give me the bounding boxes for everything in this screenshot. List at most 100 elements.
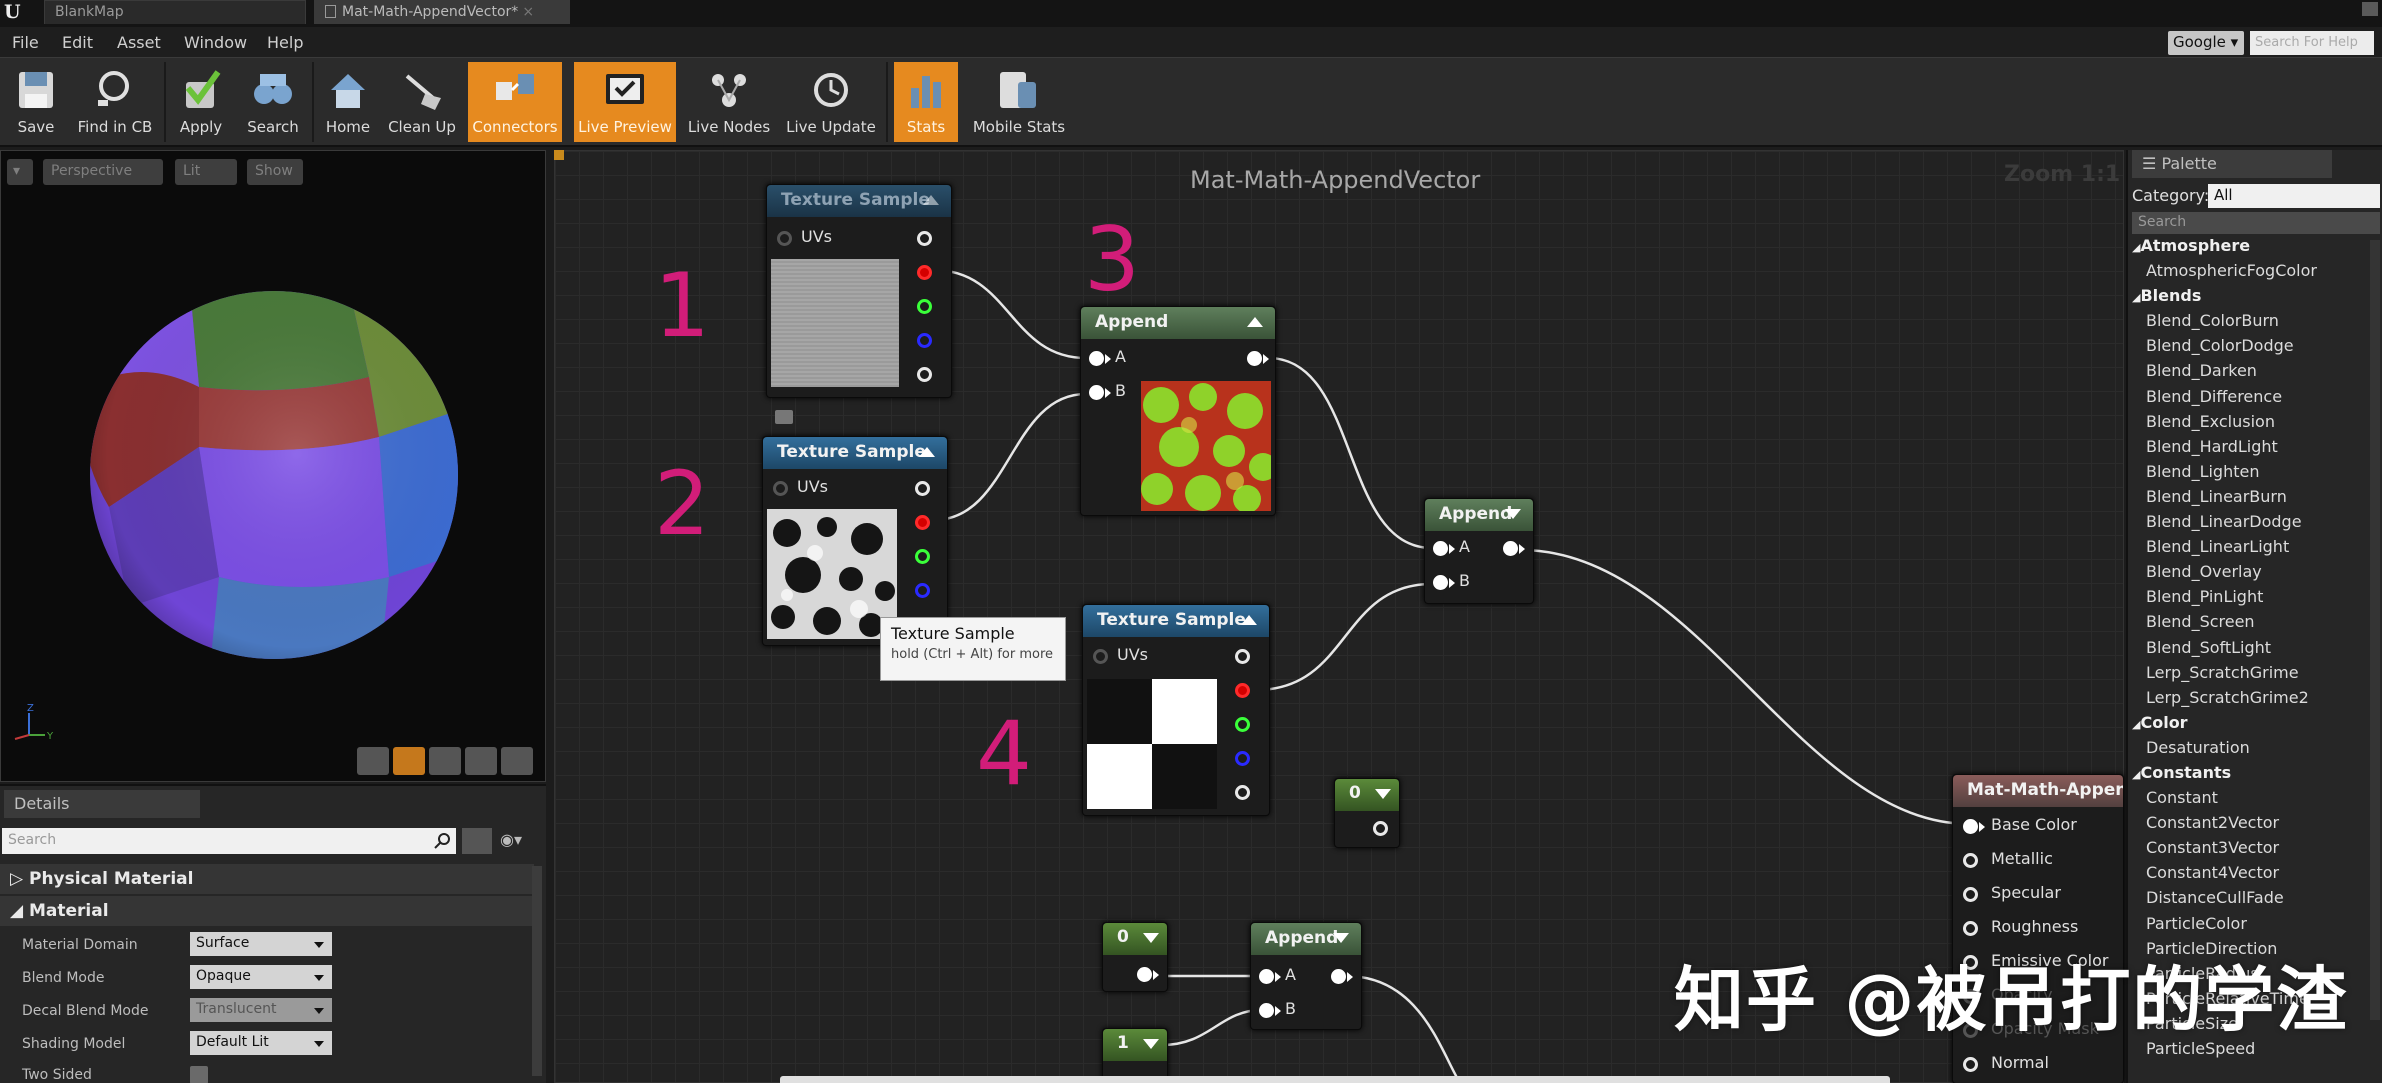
r-output-pin[interactable]: [915, 515, 930, 530]
palette-item[interactable]: ParticleColor: [2128, 914, 2382, 939]
r-output-pin[interactable]: [1235, 683, 1250, 698]
a-label: A: [1459, 537, 1470, 556]
palette-item[interactable]: Desaturation: [2128, 738, 2382, 763]
expand-arrow-icon[interactable]: [1333, 933, 1349, 943]
b-output-pin[interactable]: [915, 583, 930, 598]
node-header: Append: [1251, 923, 1361, 955]
b-input-pin[interactable]: [1433, 575, 1448, 590]
r-output-pin[interactable]: [917, 265, 932, 280]
palette-item[interactable]: Blend_LinearDodge: [2128, 512, 2382, 537]
texture-sample-node-1[interactable]: Texture Sample UVs: [766, 184, 952, 398]
rgb-output-pin[interactable]: [917, 231, 932, 246]
palette-item[interactable]: Blend_Overlay: [2128, 562, 2382, 587]
constant-output-pin[interactable]: [1137, 967, 1152, 982]
a-input-pin[interactable]: [1259, 969, 1274, 984]
b-input-pin[interactable]: [1089, 385, 1104, 400]
category-value: All: [2214, 186, 2233, 204]
base-color-input-pin[interactable]: [1963, 819, 1978, 834]
normal-input-pin[interactable]: [1963, 1057, 1978, 1072]
comment-bubble-icon[interactable]: [775, 410, 793, 424]
palette-category[interactable]: ◢Constants: [2128, 763, 2382, 788]
uvs-input-pin[interactable]: [773, 481, 788, 496]
roughness-input-pin[interactable]: [1963, 921, 1978, 936]
constant-node-0-standalone[interactable]: 0: [1334, 778, 1400, 848]
category-dropdown[interactable]: All: [2208, 184, 2380, 208]
append-node-1[interactable]: Append A B: [1080, 306, 1276, 516]
rgb-output-pin[interactable]: [915, 481, 930, 496]
palette-category[interactable]: ◢Blends: [2128, 286, 2382, 311]
collapse-arrow-icon[interactable]: [1241, 615, 1257, 625]
palette-item-label: Constants: [2140, 762, 2232, 782]
palette-search-input[interactable]: Search: [2132, 212, 2380, 234]
b-output-pin[interactable]: [1235, 751, 1250, 766]
palette-scrollbar[interactable]: [2370, 240, 2380, 1020]
palette-item[interactable]: Constant4Vector: [2128, 863, 2382, 888]
g-output-pin[interactable]: [1235, 717, 1250, 732]
palette-item[interactable]: Blend_ColorDodge: [2128, 336, 2382, 361]
palette-item[interactable]: Lerp_ScratchGrime: [2128, 663, 2382, 688]
palette-item[interactable]: Blend_PinLight: [2128, 587, 2382, 612]
expand-arrow-icon[interactable]: [1375, 789, 1391, 799]
constant-output-pin[interactable]: [1373, 821, 1388, 836]
a-input-pin[interactable]: [1089, 351, 1104, 366]
uvs-input-pin[interactable]: [1093, 649, 1108, 664]
constant-node-0[interactable]: 0: [1102, 922, 1168, 992]
g-output-pin[interactable]: [915, 549, 930, 564]
collapse-arrow-icon[interactable]: [1247, 317, 1263, 327]
g-output-pin[interactable]: [917, 299, 932, 314]
append-node-2[interactable]: Append A B: [1424, 498, 1534, 604]
palette-item[interactable]: Constant3Vector: [2128, 838, 2382, 863]
texture-preview-checker: [1087, 679, 1217, 809]
palette-item-label: Blends: [2140, 286, 2202, 306]
uvs-label: UVs: [801, 227, 832, 246]
b-output-pin[interactable]: [917, 333, 932, 348]
bottom-scrollbar[interactable]: [780, 1076, 1890, 1083]
uvs-input-pin[interactable]: [777, 231, 792, 246]
append-output-pin[interactable]: [1331, 969, 1346, 984]
palette-item[interactable]: AtmosphericFogColor: [2128, 261, 2382, 286]
palette-item[interactable]: Blend_LinearBurn: [2128, 487, 2382, 512]
specular-input-pin[interactable]: [1963, 887, 1978, 902]
texture-sample-node-4[interactable]: Texture Sample UVs: [1082, 604, 1270, 816]
palette-item[interactable]: Constant: [2128, 788, 2382, 813]
palette-item[interactable]: Blend_Darken: [2128, 361, 2382, 386]
collapse-arrow-icon[interactable]: [919, 447, 935, 457]
a-output-pin[interactable]: [1235, 785, 1250, 800]
palette-category[interactable]: ◢Color: [2128, 713, 2382, 738]
palette-item[interactable]: Blend_Screen: [2128, 612, 2382, 637]
metallic-input-pin[interactable]: [1963, 853, 1978, 868]
a-input-pin[interactable]: [1433, 541, 1448, 556]
palette-item[interactable]: Constant2Vector: [2128, 813, 2382, 838]
palette-category[interactable]: ◢Atmosphere: [2128, 236, 2382, 261]
palette-item[interactable]: Blend_Exclusion: [2128, 412, 2382, 437]
constant-node-1[interactable]: 1: [1102, 1028, 1168, 1083]
expand-arrow-icon[interactable]: [1143, 1039, 1159, 1049]
expand-arrow-icon[interactable]: [1143, 933, 1159, 943]
node-title: Texture Sample: [1097, 610, 1246, 630]
wire-append2-to-base-color: [1519, 548, 1971, 826]
append-node-3[interactable]: Append A B: [1250, 922, 1362, 1030]
rgb-output-pin[interactable]: [1235, 649, 1250, 664]
append-output-pin[interactable]: [1247, 351, 1262, 366]
a-output-pin[interactable]: [917, 367, 932, 382]
palette-item[interactable]: Blend_HardLight: [2128, 437, 2382, 462]
palette-item[interactable]: Blend_ColorBurn: [2128, 311, 2382, 336]
palette-item[interactable]: Blend_Lighten: [2128, 462, 2382, 487]
palette-tab[interactable]: ☰ Palette: [2132, 150, 2332, 178]
palette-item-label: Constant3Vector: [2146, 838, 2280, 858]
b-label: B: [1115, 381, 1126, 400]
palette-item-label: Blend_PinLight: [2146, 587, 2264, 607]
annotation-number: 2: [654, 452, 710, 555]
collapse-arrow-icon[interactable]: [923, 195, 939, 205]
pin-arrow-icon: [1275, 1006, 1281, 1016]
palette-item[interactable]: DistanceCullFade: [2128, 888, 2382, 913]
append-output-pin[interactable]: [1503, 541, 1518, 556]
texture-sample-node-2[interactable]: Texture Sample UVs: [762, 436, 948, 646]
palette-item[interactable]: Blend_Difference: [2128, 387, 2382, 412]
b-input-pin[interactable]: [1259, 1003, 1274, 1018]
pin-arrow-icon: [1275, 972, 1281, 982]
expand-arrow-icon[interactable]: [1505, 509, 1521, 519]
palette-item[interactable]: Lerp_ScratchGrime2: [2128, 688, 2382, 713]
palette-item[interactable]: Blend_SoftLight: [2128, 638, 2382, 663]
palette-item[interactable]: Blend_LinearLight: [2128, 537, 2382, 562]
